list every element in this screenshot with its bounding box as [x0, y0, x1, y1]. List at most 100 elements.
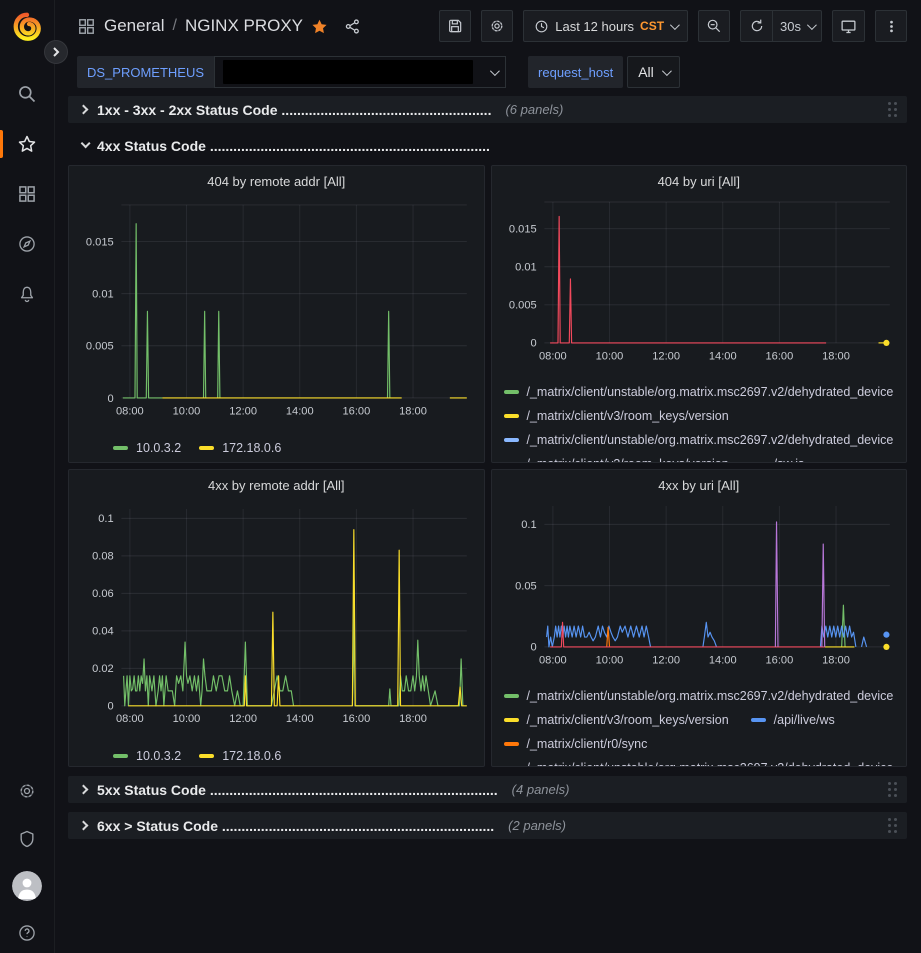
- sidebar-item-help[interactable]: [0, 917, 54, 949]
- legend-item[interactable]: 10.0.3.2: [113, 744, 181, 767]
- chart-canvas: 08:0010:0012:0014:0016:0018:0000.0050.01…: [500, 193, 899, 377]
- nav-actions: Last 12 hours CST 30s: [439, 10, 907, 42]
- grafana-logo[interactable]: [12, 12, 42, 42]
- panel-title[interactable]: 404 by remote addr [All]: [77, 171, 476, 193]
- sidebar: [0, 0, 55, 953]
- row-dots: ........................................…: [222, 818, 494, 834]
- panel-title[interactable]: 4xx by uri [All]: [500, 475, 899, 497]
- row-5xx[interactable]: 5xx Status Code ........................…: [68, 776, 907, 803]
- expand-sidebar-button[interactable]: [44, 40, 68, 64]
- chevron-down-icon: [670, 20, 680, 30]
- kebab-menu-icon: [884, 19, 899, 34]
- main-area: General / NGINX PROXY Last 12 hours CST: [55, 0, 921, 953]
- legend-item[interactable]: /_matrix/client/unstable/org.matrix.msc2…: [504, 756, 894, 767]
- legend-swatch: [751, 462, 766, 463]
- sidebar-item-starred[interactable]: [0, 128, 54, 160]
- legend-item[interactable]: /_matrix/client/v3/room_keys/version: [504, 404, 729, 428]
- zoom-out-time-button[interactable]: [698, 10, 730, 42]
- share-icon[interactable]: [344, 18, 361, 35]
- chevron-down-icon: [490, 66, 500, 76]
- svg-text:16:00: 16:00: [343, 405, 371, 417]
- request-host-value: All: [638, 64, 654, 80]
- chevron-right-icon: [79, 105, 89, 115]
- dashboards-grid-icon: [17, 184, 37, 204]
- sidebar-item-explore[interactable]: [0, 228, 54, 260]
- svg-text:12:00: 12:00: [229, 713, 257, 725]
- row-4xx[interactable]: 4xx Status Code ........................…: [68, 132, 907, 159]
- legend-label: /_matrix/client/v3/room_keys/version: [527, 713, 729, 727]
- svg-text:14:00: 14:00: [286, 405, 314, 417]
- chevron-down-icon: [81, 138, 91, 148]
- legend-swatch: [751, 718, 766, 722]
- chart-canvas: 08:0010:0012:0014:0016:0018:0000.050.1: [500, 497, 899, 681]
- sidebar-item-server-admin[interactable]: [0, 823, 54, 855]
- row-1xx-3xx-2xx[interactable]: 1xx - 3xx - 2xx Status Code ............…: [68, 96, 907, 123]
- panel-0: 404 by remote addr [All]08:0010:0012:001…: [68, 165, 485, 463]
- save-dashboard-button[interactable]: [439, 10, 471, 42]
- svg-text:0.005: 0.005: [86, 341, 114, 353]
- sidebar-item-search[interactable]: [0, 78, 54, 110]
- variable-value-request-host[interactable]: All: [627, 56, 680, 88]
- legend-label: 172.18.0.6: [222, 749, 281, 763]
- breadcrumb-separator: /: [172, 17, 176, 35]
- time-range-picker[interactable]: Last 12 hours CST: [523, 10, 688, 42]
- legend-item[interactable]: 172.18.0.6: [199, 744, 281, 767]
- gear-icon: [489, 18, 505, 34]
- svg-text:08:00: 08:00: [539, 654, 567, 666]
- legend-item[interactable]: 172.18.0.6: [199, 436, 281, 460]
- refresh-button[interactable]: [740, 10, 772, 42]
- legend-label: /api/live/ws: [774, 713, 835, 727]
- row-drag-handle[interactable]: [887, 101, 897, 118]
- panel-title[interactable]: 4xx by remote addr [All]: [77, 475, 476, 497]
- legend-swatch: [113, 754, 128, 758]
- svg-text:0.06: 0.06: [92, 588, 114, 600]
- row-dots: ........................................…: [210, 782, 498, 798]
- svg-text:10:00: 10:00: [595, 350, 623, 362]
- panel-title[interactable]: 404 by uri [All]: [500, 171, 899, 193]
- legend-item[interactable]: 10.0.3.2: [113, 436, 181, 460]
- legend-item[interactable]: /_matrix/client/unstable/org.matrix.msc2…: [504, 428, 894, 452]
- legend-item[interactable]: /api/live/ws: [751, 708, 835, 732]
- breadcrumb-folder[interactable]: General: [104, 16, 164, 36]
- favorite-star-icon[interactable]: [311, 18, 328, 35]
- variable-label-request-host[interactable]: request_host: [528, 56, 623, 88]
- legend-label: 172.18.0.6: [222, 441, 281, 455]
- row-panel-count: (4 panels): [512, 782, 570, 797]
- variable-value-ds-prometheus[interactable]: [214, 56, 506, 88]
- svg-text:14:00: 14:00: [286, 713, 314, 725]
- svg-text:08:00: 08:00: [116, 405, 144, 417]
- svg-text:0: 0: [107, 701, 113, 713]
- panel-legend: /_matrix/client/unstable/org.matrix.msc2…: [500, 684, 899, 767]
- legend-label: /_matrix/client/v3/room_keys/version: [527, 457, 729, 463]
- legend-item[interactable]: /sw.js: [751, 452, 805, 463]
- cycle-view-mode-button[interactable]: [832, 10, 865, 42]
- legend-swatch: [504, 718, 519, 722]
- row-drag-handle[interactable]: [887, 781, 897, 798]
- legend-swatch: [113, 446, 128, 450]
- avatar-icon: [12, 871, 42, 901]
- clock-icon: [534, 19, 549, 34]
- legend-item[interactable]: /_matrix/client/unstable/org.matrix.msc2…: [504, 380, 894, 404]
- variable-label-ds-prometheus[interactable]: DS_PROMETHEUS: [77, 56, 214, 88]
- legend-item[interactable]: /_matrix/client/unstable/org.matrix.msc2…: [504, 684, 894, 708]
- svg-text:0.015: 0.015: [86, 236, 114, 248]
- row-drag-handle[interactable]: [887, 817, 897, 834]
- more-options-button[interactable]: [875, 10, 907, 42]
- svg-text:16:00: 16:00: [765, 654, 793, 666]
- legend-item[interactable]: /_matrix/client/v3/room_keys/version: [504, 708, 729, 732]
- legend-item[interactable]: /_matrix/client/v3/room_keys/version: [504, 452, 729, 463]
- sidebar-item-alerting[interactable]: [0, 278, 54, 310]
- page-title[interactable]: NGINX PROXY: [185, 16, 303, 36]
- search-icon: [17, 84, 37, 104]
- panel-2: 4xx by remote addr [All]08:0010:0012:001…: [68, 469, 485, 767]
- user-avatar[interactable]: [12, 871, 42, 901]
- sidebar-item-configuration[interactable]: [0, 775, 54, 807]
- chevron-down-icon: [662, 66, 672, 76]
- dashboard-settings-button[interactable]: [481, 10, 513, 42]
- refresh-interval-picker[interactable]: 30s: [772, 10, 822, 42]
- legend-item[interactable]: /_matrix/client/r0/sync: [504, 732, 648, 756]
- save-icon: [447, 18, 463, 34]
- row-6xx[interactable]: 6xx > Status Code ......................…: [68, 812, 907, 839]
- sidebar-item-dashboards[interactable]: [0, 178, 54, 210]
- svg-text:18:00: 18:00: [822, 350, 850, 362]
